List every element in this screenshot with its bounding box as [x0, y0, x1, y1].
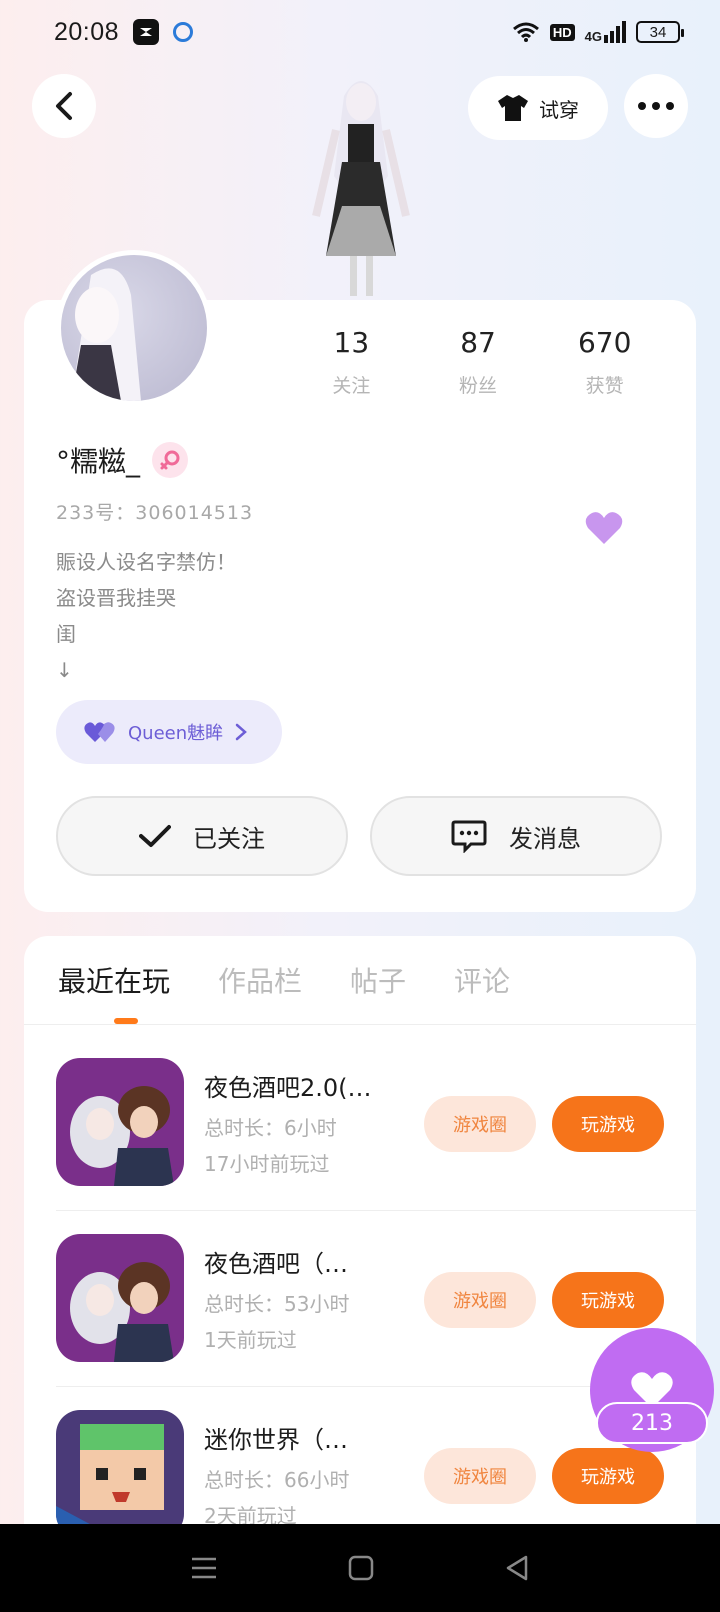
game-icon [56, 1410, 184, 1538]
stat-likes[interactable]: 670 获赞 [541, 326, 668, 398]
stat-label: 粉丝 [459, 375, 498, 397]
game-title: 迷你世界（… [204, 1426, 348, 1454]
play-game-button[interactable]: 玩游戏 [552, 1096, 664, 1152]
send-message-label: 发消息 [509, 824, 581, 853]
tab-works[interactable]: 作品栏 [218, 960, 302, 1000]
game-duration: 总时长：66小时 [204, 1468, 350, 1492]
chevron-left-icon [56, 92, 72, 120]
charm-badge-button[interactable]: Queen魅眸 [56, 700, 282, 764]
following-label: 已关注 [193, 824, 265, 853]
bio-line: 盗设晋我挂哭 [56, 586, 176, 610]
tab-posts[interactable]: 帖子 [350, 960, 406, 1000]
bio: 賑设人设名字禁仿！ 盗设晋我挂哭 闺 ↓ [56, 544, 236, 688]
bio-line: 賑设人设名字禁仿！ [56, 550, 236, 574]
divider [56, 1210, 696, 1211]
game-duration: 总时长：53小时 [204, 1292, 350, 1316]
profile-tabs: 最近在玩 作品栏 帖子 评论 [58, 960, 658, 1000]
stat-label: 关注 [332, 375, 371, 397]
stat-value: 87 [460, 326, 496, 359]
send-message-button[interactable]: 发消息 [370, 796, 662, 876]
game-row[interactable]: 迷你世界（… 总时长：66小时 2天前玩过 游戏圈 玩游戏 [56, 1410, 676, 1538]
stat-label: 获赞 [585, 375, 624, 397]
app-notification-icon [173, 22, 194, 42]
game-title: 夜色酒吧（… [204, 1250, 348, 1278]
more-dots-icon [638, 102, 674, 110]
game-circle-button[interactable]: 游戏圈 [424, 1096, 536, 1152]
game-row[interactable]: 夜色酒吧（… 总时长：53小时 1天前玩过 游戏圈 玩游戏 [56, 1234, 676, 1362]
game-last-played: 17小时前玩过 [204, 1152, 330, 1176]
bio-line: 闺 [56, 622, 76, 646]
back-triangle-icon[interactable] [504, 1555, 530, 1581]
username-row: °糯糍_ [56, 440, 189, 480]
user-id[interactable]: 233号：306014513 [56, 498, 253, 525]
username: °糯糍_ [56, 445, 141, 478]
menu-icon[interactable] [190, 1556, 218, 1580]
heart-icon[interactable] [584, 510, 624, 546]
profile-stats: 13 关注 87 粉丝 670 获赞 [288, 326, 668, 398]
double-heart-icon [84, 722, 115, 742]
like-count: 213 [596, 1402, 708, 1444]
game-last-played: 1天前玩过 [204, 1328, 297, 1352]
charm-badge-label: Queen魅眸 [128, 723, 224, 744]
avatar[interactable] [56, 250, 212, 406]
status-bar: 20:08 HD 4G 34 [0, 0, 720, 64]
female-gender-icon [152, 442, 189, 478]
system-nav-bar [0, 1524, 720, 1612]
capcut-icon [133, 19, 160, 45]
signal-icon: 4G [585, 21, 626, 43]
more-button[interactable] [624, 74, 688, 138]
game-icon [56, 1058, 184, 1186]
try-on-button[interactable]: 试穿 [468, 76, 608, 140]
game-circle-button[interactable]: 游戏圈 [424, 1272, 536, 1328]
home-icon[interactable] [348, 1555, 374, 1581]
status-time: 20:08 [54, 17, 120, 46]
stat-value: 13 [333, 326, 370, 359]
game-row[interactable]: 夜色酒吧2.0(… 总时长：6小时 17小时前玩过 游戏圈 玩游戏 [56, 1058, 676, 1186]
following-button[interactable]: 已关注 [56, 796, 348, 876]
character-avatar-figure [296, 66, 426, 302]
chevron-right-icon [235, 723, 248, 741]
game-title: 夜色酒吧2.0(… [204, 1074, 372, 1102]
game-circle-button[interactable]: 游戏圈 [424, 1448, 536, 1504]
back-button[interactable] [32, 74, 96, 138]
battery-indicator: 34 [636, 21, 684, 43]
play-game-button[interactable]: 玩游戏 [552, 1448, 664, 1504]
bio-expand-arrow[interactable]: ↓ [56, 652, 236, 688]
play-game-button[interactable]: 玩游戏 [552, 1272, 664, 1328]
tab-recently-played[interactable]: 最近在玩 [58, 960, 170, 1000]
divider [24, 1024, 696, 1025]
try-on-label: 试穿 [539, 97, 579, 122]
tab-comments[interactable]: 评论 [454, 960, 510, 1000]
stat-following[interactable]: 13 关注 [288, 326, 415, 398]
game-icon [56, 1234, 184, 1362]
message-bubble-icon [451, 820, 487, 853]
wifi-icon [512, 22, 539, 42]
stat-value: 670 [577, 326, 632, 359]
check-icon [139, 825, 171, 847]
stat-followers[interactable]: 87 粉丝 [415, 326, 542, 398]
hd-badge: HD [549, 23, 575, 41]
tshirt-icon [498, 95, 528, 121]
game-duration: 总时长：6小时 [204, 1116, 337, 1140]
